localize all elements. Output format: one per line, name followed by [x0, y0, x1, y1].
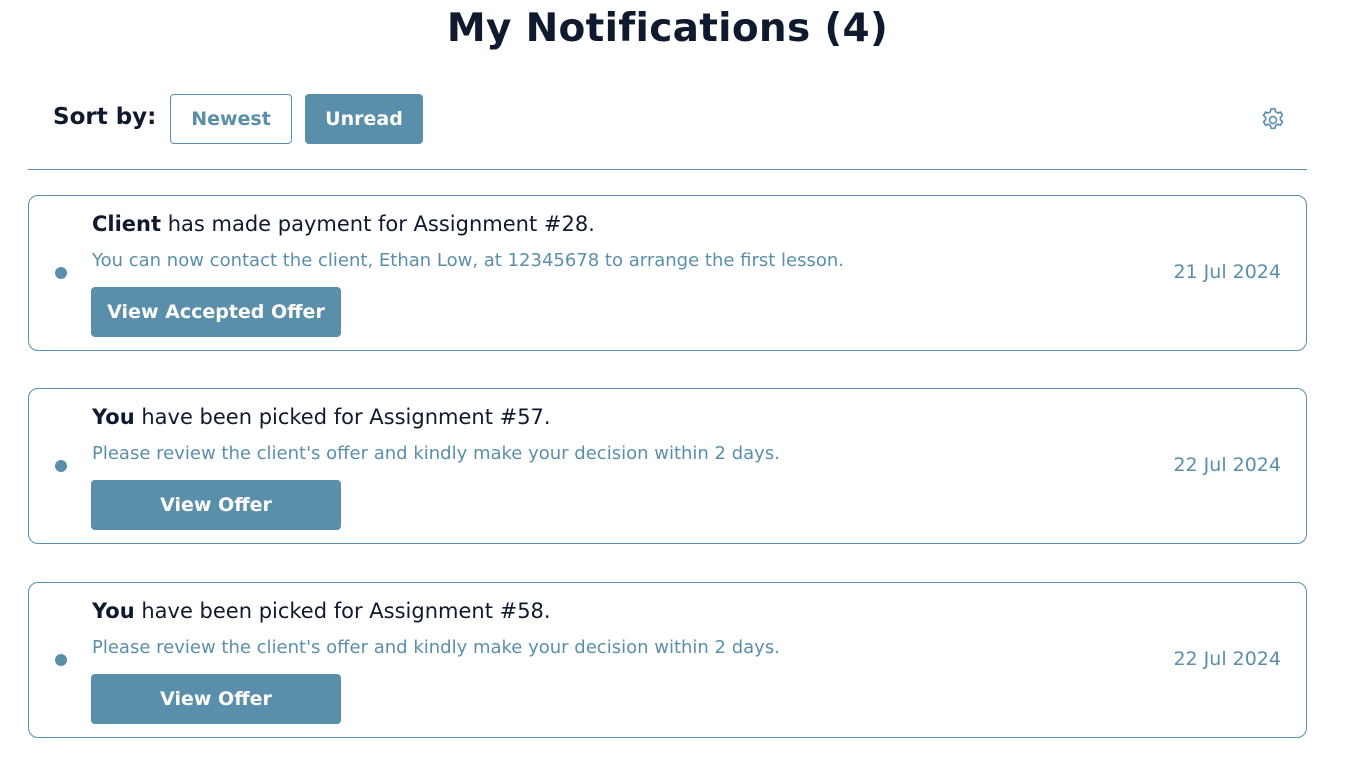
page-title: My Notifications (4) [446, 6, 889, 51]
view-accepted-offer-button[interactable]: View Accepted Offer [91, 287, 341, 337]
notification-actor: Client [92, 212, 162, 236]
divider [28, 169, 1307, 170]
notification-title: Client has made payment for Assignment #… [92, 212, 595, 236]
unread-dot [55, 267, 67, 279]
notification-date: 22 Jul 2024 [1173, 454, 1281, 476]
view-offer-button[interactable]: View Offer [91, 674, 341, 724]
notification-title: You have been picked for Assignment #57. [92, 405, 551, 429]
sort-unread-button[interactable]: Unread [305, 94, 423, 144]
notification-detail: Please review the client's offer and kin… [92, 637, 780, 658]
notification-detail: Please review the client's offer and kin… [92, 443, 780, 464]
unread-dot [55, 654, 67, 666]
notification-date: 21 Jul 2024 [1173, 261, 1281, 283]
notification-card: You have been picked for Assignment #57.… [28, 388, 1307, 544]
view-offer-button[interactable]: View Offer [91, 480, 341, 530]
notification-title: You have been picked for Assignment #58. [92, 599, 551, 623]
notification-message: have been picked for Assignment #57. [134, 405, 551, 429]
notification-actor: You [92, 405, 135, 429]
notification-message: has made payment for Assignment #28. [161, 212, 595, 236]
sort-newest-button[interactable]: Newest [170, 94, 292, 144]
gear-icon[interactable] [1259, 106, 1287, 134]
notification-actor: You [92, 599, 135, 623]
sort-bar: Sort by: Newest Unread [28, 94, 1307, 144]
notification-card: You have been picked for Assignment #58.… [28, 582, 1307, 738]
sort-label: Sort by: [53, 104, 157, 130]
unread-dot [55, 460, 67, 472]
notification-detail: You can now contact the client, Ethan Lo… [92, 250, 845, 271]
notification-date: 22 Jul 2024 [1173, 648, 1281, 670]
notification-card: Client has made payment for Assignment #… [28, 195, 1307, 351]
notification-message: have been picked for Assignment #58. [134, 599, 551, 623]
